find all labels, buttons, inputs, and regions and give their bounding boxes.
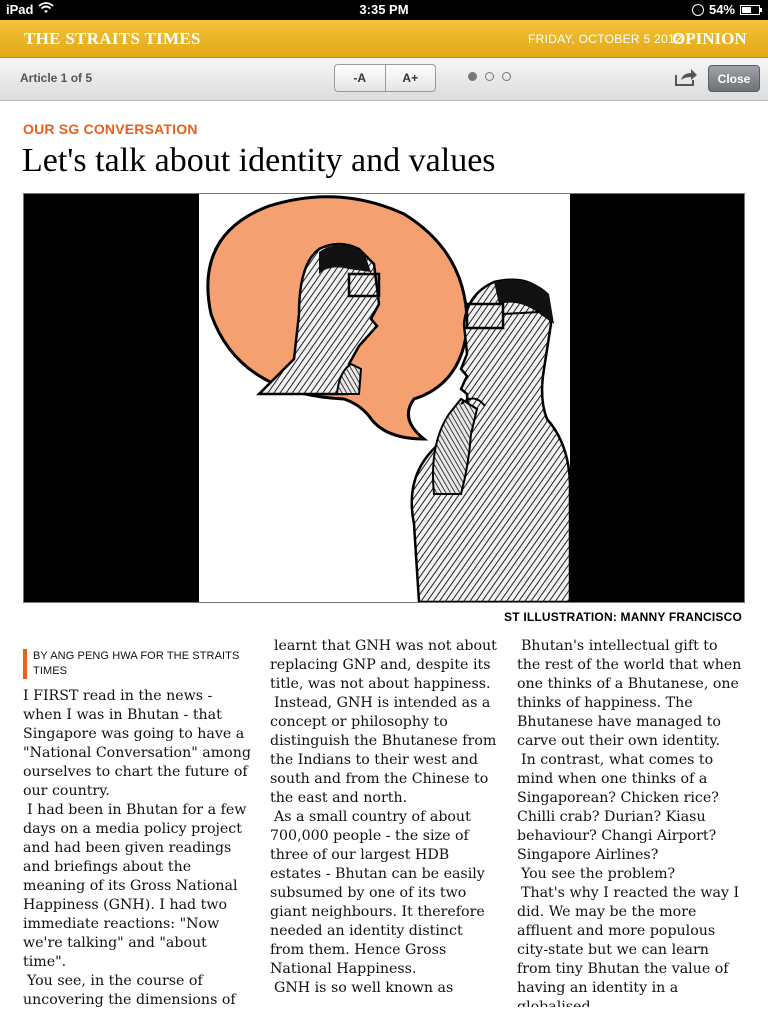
paragraph: In contrast, what comes to mind when one… [517,752,719,863]
article-illustration[interactable] [23,193,745,604]
page-dot[interactable] [468,72,477,81]
paragraph: Bhutan's intellectual gift to the rest o… [517,638,742,749]
page-dot[interactable] [502,72,511,81]
decrease-font-button[interactable]: -A [335,65,385,91]
article-counter: Article 1 of 5 [20,71,93,85]
image-credit: ST ILLUSTRATION: MANNY FRANCISCO [504,610,742,624]
clock: 3:35 PM [359,2,409,17]
close-button[interactable]: Close [708,65,760,92]
page-dot[interactable] [485,72,494,81]
paragraph: learnt that GNH was not about replacing … [270,638,497,692]
share-icon[interactable] [674,67,698,87]
font-size-control: -A A+ [334,64,436,92]
rotation-lock-icon [691,3,704,16]
article-column-1: BY ANG PENG HWA FOR THE STRAITS TIMES I … [23,637,251,1007]
paragraph: You see, in the course of uncovering the… [23,973,236,1007]
masthead: THE STRAITS TIMES FRIDAY, OCTOBER 5 2012… [0,20,768,58]
paragraph: You see the problem? [521,866,676,882]
brand-logo: THE STRAITS TIMES [24,29,201,48]
status-bar: iPad 3:35 PM 54% [0,0,768,20]
article-column-3: Bhutan's intellectual gift to the rest o… [517,637,745,1007]
article-byline: BY ANG PENG HWA FOR THE STRAITS TIMES [23,649,251,679]
edition-date: FRIDAY, OCTOBER 5 2012 [528,32,682,46]
battery-icon [740,4,762,15]
paragraph: As a small country of about 700,000 peop… [270,809,485,977]
article-toolbar: Article 1 of 5 -A A+ Close [0,58,768,101]
illustration-panel [199,194,572,604]
paragraph: That's why I reacted the way I did. We m… [517,885,740,1007]
article-column-2: learnt that GNH was not about replacing … [270,637,498,1007]
paragraph: I had been in Bhutan for a few days on a… [23,802,247,970]
page-indicator[interactable] [468,72,511,81]
article-kicker: OUR SG CONVERSATION [23,121,198,137]
paragraph: Instead, GNH is intended as a concept or… [270,695,497,806]
battery-percent: 54% [708,2,735,17]
paragraph: GNH is so well known as [274,980,454,996]
increase-font-button[interactable]: A+ [384,65,436,91]
section-name: OPINION [672,29,747,48]
article-headline: Let's talk about identity and values [22,142,496,179]
paragraph: I FIRST read in the news - when I was in… [23,688,251,799]
